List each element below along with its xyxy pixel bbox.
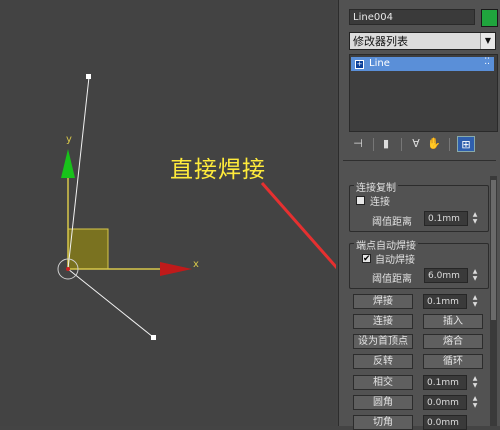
viewport[interactable]: y x 直接焊接 [0,0,336,426]
pivot-dot [66,267,70,271]
toolbar-divider [401,138,402,151]
weld-threshold-spinner[interactable]: 6.0mm [424,268,468,283]
spinner-arrows-icon[interactable]: ▲ ▼ [471,294,479,309]
scrollbar-thumb[interactable] [491,180,496,320]
command-panel: Line004 修改器列表 ▼ + Line ⁚⁚ ⊣ ▮ ∀ ✋ ⊞ 连接复制… [338,0,500,430]
spinner-arrows-icon[interactable]: ▲ ▼ [471,211,479,226]
pin-stack-icon[interactable]: ⊣ [349,136,367,152]
axis-y-label: y [66,134,72,145]
dots-icon: ⁚⁚ [484,57,490,67]
connect-copy-group: 连接复制 连接 阈值距离 0.1mm ▲ ▼ [349,179,489,232]
weld-threshold-label: 阈值距离 [372,274,412,285]
connect-threshold-label: 阈值距离 [372,217,412,228]
spline-segment [67,268,154,338]
spinner-arrows-icon[interactable]: ▲ ▼ [471,375,479,390]
intersect-spinner[interactable]: 0.1mm [423,375,467,390]
divider [343,160,496,161]
fuse-button[interactable]: 熔合 [423,334,483,349]
chamfer-spinner[interactable]: 0.0mm [423,415,467,430]
reverse-button[interactable]: 反转 [353,354,413,369]
axis-x-label: x [193,259,199,270]
stack-item-label: Line [369,58,390,69]
viewport-canvas[interactable] [0,0,336,426]
expand-plus-icon[interactable]: + [355,60,364,69]
connect-copy-label: 连接 [370,197,390,208]
modifier-list-dropdown[interactable]: 修改器列表 ▼ [349,32,496,50]
annotation-arrow-line [260,182,336,270]
make-unique-icon[interactable]: ∀ [407,136,425,152]
gizmo-plane-handle [67,228,109,270]
modifier-list-label: 修改器列表 [353,35,408,48]
connect-threshold-spinner[interactable]: 0.1mm [424,211,468,226]
modifier-stack[interactable]: + Line ⁚⁚ [349,54,498,132]
object-color-swatch[interactable] [481,9,498,27]
endpoint-weld-title: 端点自动焊接 [354,237,418,252]
toolbar-divider [373,138,374,151]
intersect-button[interactable]: 相交 [353,375,413,390]
endpoint-weld-group: 端点自动焊接 ✔ 自动焊接 阈值距离 6.0mm ▲ ▼ [349,237,489,289]
configure-modifier-sets-icon[interactable]: ⊞ [457,136,475,152]
insert-button[interactable]: 插入 [423,314,483,329]
make-first-button[interactable]: 设为首顶点 [353,334,413,349]
annotation-text: 直接焊接 [170,157,266,183]
panel-scrollbar[interactable] [490,176,497,426]
chamfer-button[interactable]: 切角 [353,415,413,430]
show-end-result-icon[interactable]: ▮ [377,136,395,152]
fillet-button[interactable]: 圆角 [353,395,413,410]
gizmo-x-arrow [160,262,192,276]
weld-spinner[interactable]: 0.1mm [423,294,467,309]
spline-vertex [151,335,156,340]
connect-button[interactable]: 连接 [353,314,413,329]
spinner-arrows-icon[interactable]: ▲ ▼ [471,268,479,283]
gizmo-y-arrow [61,149,75,178]
stack-toolbar: ⊣ ▮ ∀ ✋ ⊞ [349,136,496,154]
cycle-button[interactable]: 循环 [423,354,483,369]
toolbar-divider [449,138,450,151]
fillet-spinner[interactable]: 0.0mm [423,395,467,410]
auto-weld-checkbox[interactable]: ✔ [362,254,371,264]
stack-item-line[interactable]: + Line ⁚⁚ [351,57,494,71]
chevron-down-icon: ▼ [480,33,495,49]
remove-modifier-icon[interactable]: ✋ [425,136,443,152]
spline-vertex [86,74,91,79]
connect-copy-title: 连接复制 [354,179,398,194]
object-name-field[interactable]: Line004 [349,9,475,25]
spinner-arrows-icon[interactable]: ▲ ▼ [471,395,479,410]
weld-button[interactable]: 焊接 [353,294,413,309]
connect-copy-checkbox[interactable] [356,196,365,205]
auto-weld-label: 自动焊接 [375,255,415,266]
